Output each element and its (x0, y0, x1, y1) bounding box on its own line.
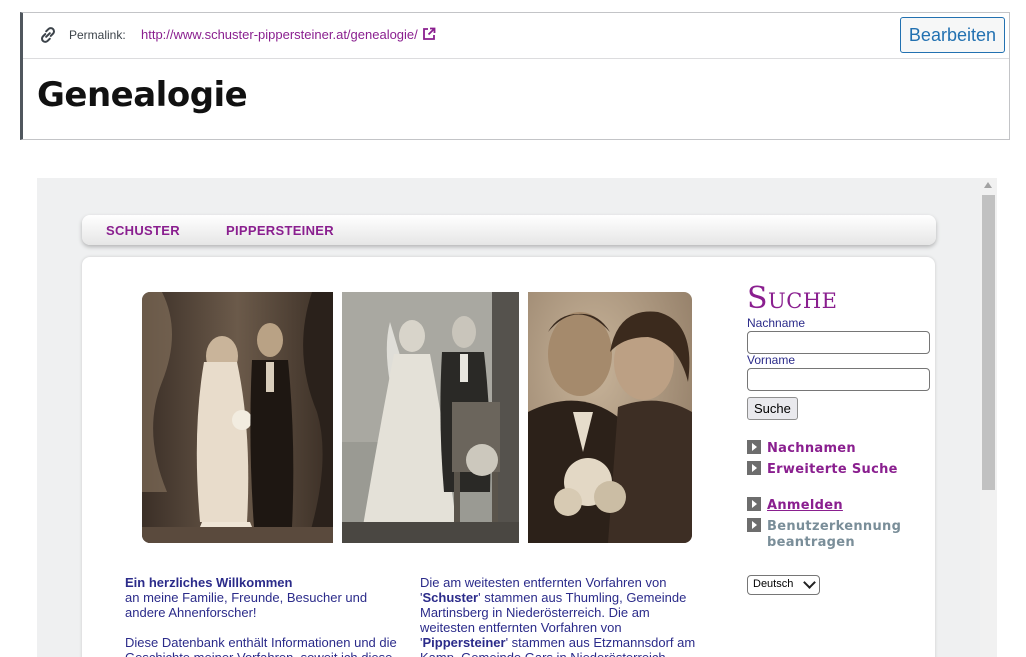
language-select[interactable]: Deutsch (747, 575, 820, 595)
nav-item-schuster[interactable]: SCHUSTER (106, 223, 180, 238)
login-link[interactable]: Anmelden (747, 497, 843, 514)
edit-button[interactable]: Bearbeiten (899, 17, 1005, 53)
welcome-para2: Diese Datenbank enthält Informationen un… (125, 635, 397, 657)
arrow-right-icon (747, 497, 761, 511)
page-title: Genealogie (37, 75, 248, 115)
surnames-link-label: Nachnamen (767, 441, 856, 456)
scroll-thumb[interactable] (982, 195, 995, 490)
request-account-link-label: Benutzerkennung beantragen (767, 519, 902, 550)
site-nav: SCHUSTER PIPPERSTEINER (82, 215, 936, 245)
origins-column: Die am weitesten entfernten Vorfahren vo… (420, 575, 696, 657)
search-heading: Suche (747, 281, 838, 316)
search-button[interactable]: Suche (747, 397, 798, 420)
permalink-url-text: http://www.schuster-pippersteiner.at/gen… (141, 27, 418, 42)
welcome-heading: Ein herzliches Willkommen (125, 575, 293, 590)
firstname-input[interactable] (747, 368, 930, 391)
arrow-right-icon (747, 440, 761, 454)
lastname-label: Nachname (747, 316, 806, 330)
origins-name-schuster: Schuster (422, 590, 479, 605)
advanced-search-link-label: Erweiterte Suche (767, 462, 898, 477)
nav-item-pippersteiner[interactable]: PIPPERSTEINER (226, 223, 334, 238)
wedding-photo-2 (342, 292, 519, 543)
permalink-url[interactable]: http://www.schuster-pippersteiner.at/gen… (141, 27, 436, 42)
permalink-box: Permalink: http://www.schuster-pipperste… (20, 12, 1010, 140)
wedding-photo-1 (142, 292, 333, 543)
language-select-value: Deutsch (753, 578, 794, 590)
firstname-label: Vorname (747, 353, 796, 367)
surnames-link[interactable]: Nachnamen (747, 440, 856, 457)
scroll-up-icon[interactable] (984, 182, 992, 188)
link-icon (41, 27, 55, 43)
login-link-label: Anmelden (767, 498, 843, 513)
welcome-intro: an meine Familie, Freunde, Besucher und … (125, 590, 368, 620)
chevron-down-icon (803, 576, 816, 589)
arrow-right-icon (747, 518, 761, 532)
request-account-link[interactable]: Benutzerkennung beantragen (747, 518, 917, 551)
content-panel: Suche Nachname Vorname Suche Nachnamen E… (82, 257, 935, 657)
permalink-row: Permalink: http://www.schuster-pipperste… (23, 13, 1009, 59)
frame-scrollbar[interactable] (980, 178, 997, 657)
permalink-label: Permalink: (69, 28, 126, 42)
arrow-right-icon (747, 461, 761, 475)
lastname-input[interactable] (747, 331, 930, 354)
origins-name-pippersteiner: Pippersteiner (422, 635, 506, 650)
welcome-column: Ein herzliches Willkommen an meine Famil… (125, 575, 401, 657)
advanced-search-link[interactable]: Erweiterte Suche (747, 461, 898, 478)
external-link-icon (422, 27, 436, 40)
portrait-photo (528, 292, 692, 543)
embedded-site-frame: SCHUSTER PIPPERSTEINER Suche Nachname Vo… (37, 178, 980, 657)
